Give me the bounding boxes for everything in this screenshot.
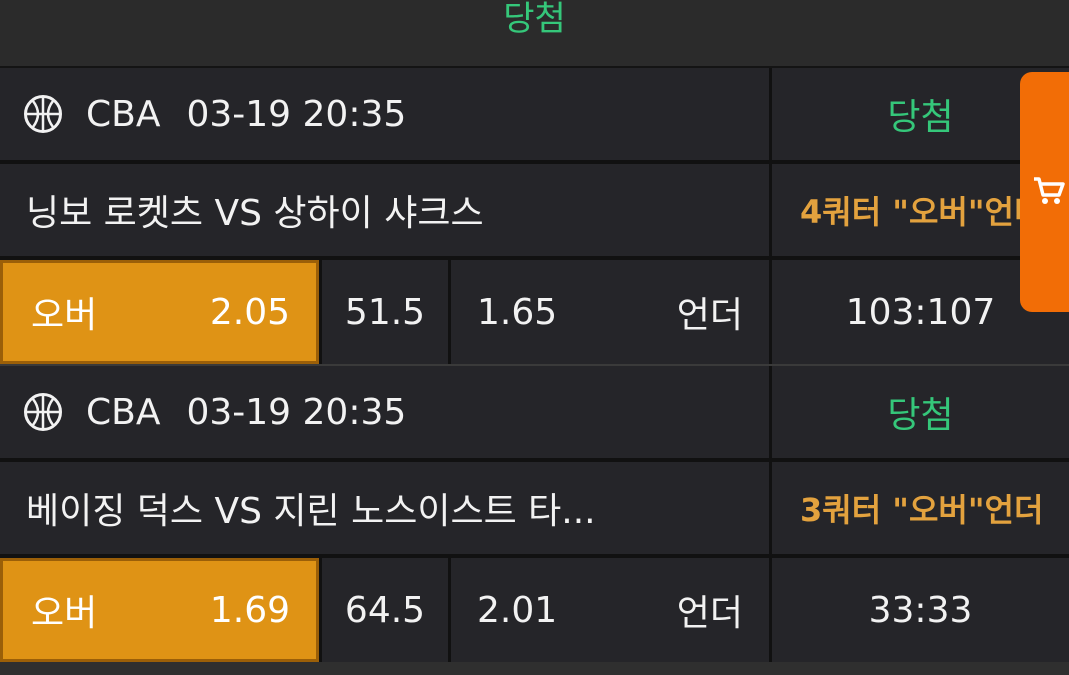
match-teams: 닝보 로켓츠 VS 상하이 샤크스	[0, 164, 769, 256]
match-datetime: 03-19 20:35	[186, 93, 407, 135]
over-odds: 1.69	[209, 589, 290, 631]
bet-slip-cart-button[interactable]	[1020, 72, 1069, 312]
match-datetime: 03-19 20:35	[186, 391, 407, 433]
under-label: 언더	[676, 295, 743, 336]
handicap-line: 51.5	[322, 260, 448, 364]
shopping-cart-icon	[1032, 176, 1066, 210]
match-header: CBA 03-19 20:35	[0, 366, 769, 458]
final-score: 33:33	[772, 558, 1069, 662]
over-selection-button[interactable]: 오버 1.69	[0, 558, 319, 662]
under-selection-button[interactable]: 1.65 언더	[451, 260, 769, 364]
bet-card: CBA 03-19 20:35 당첨 닝보 로켓츠 VS 상하이 샤크스 4쿼터…	[0, 68, 1069, 364]
match-header: CBA 03-19 20:35	[0, 68, 769, 160]
market-name: 3쿼터 "오버"언더	[772, 462, 1069, 554]
league-name: CBA	[86, 93, 161, 135]
over-label: 오버	[31, 295, 98, 336]
over-label: 오버	[31, 593, 98, 634]
over-selection-button[interactable]: 오버 2.05	[0, 260, 319, 364]
bottom-divider	[0, 662, 1069, 675]
basketball-icon	[24, 393, 62, 431]
previous-status-label: 당첨	[503, 0, 566, 39]
under-odds: 2.01	[477, 589, 558, 631]
league-name: CBA	[86, 391, 161, 433]
basketball-icon	[24, 95, 62, 133]
previous-bet-status: 당첨	[0, 0, 1069, 68]
bet-card: CBA 03-19 20:35 당첨 베이징 덕스 VS 지린 노스이스트 타.…	[0, 366, 1069, 662]
handicap-line: 64.5	[322, 558, 448, 662]
match-teams: 베이징 덕스 VS 지린 노스이스트 타...	[0, 462, 769, 554]
over-odds: 2.05	[209, 291, 290, 333]
under-selection-button[interactable]: 2.01 언더	[451, 558, 769, 662]
result-status: 당첨	[772, 366, 1069, 458]
under-label: 언더	[676, 593, 743, 634]
under-odds: 1.65	[477, 291, 558, 333]
